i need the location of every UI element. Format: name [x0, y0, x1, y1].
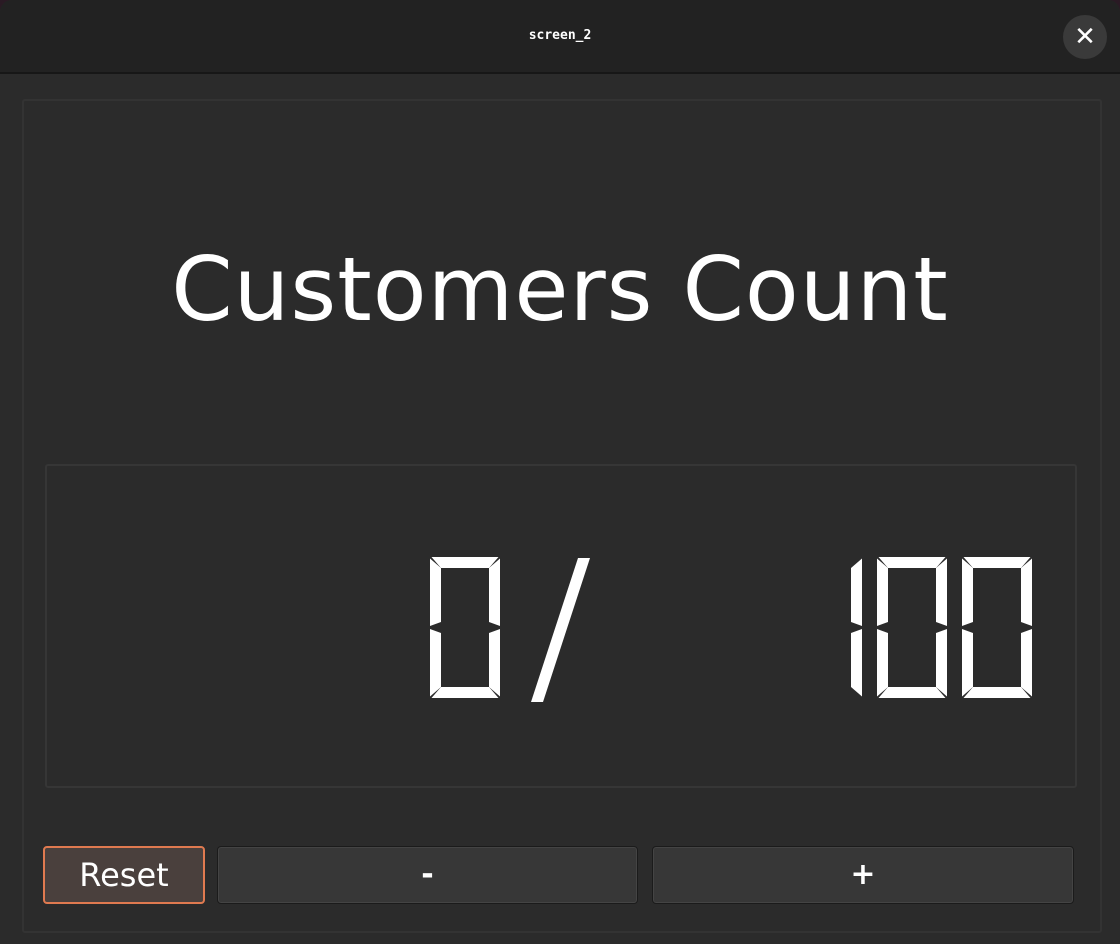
- max-digit-segment-c: [851, 629, 862, 697]
- value-digit-segment-d: [431, 687, 499, 698]
- max-digit-segment-b: [1021, 558, 1032, 626]
- max-digit-segment-c: [936, 629, 947, 697]
- max-digit-segment-c: [1021, 629, 1032, 697]
- value-digit-segment-c: [489, 629, 500, 697]
- value-digit-segment-e: [430, 629, 441, 697]
- max-digit-segment-d: [963, 687, 1031, 698]
- max-digit-segment-d: [878, 687, 946, 698]
- value-digit-segment-a: [431, 557, 499, 568]
- max-digit-segment-e: [962, 629, 973, 697]
- separator-slash: [531, 558, 590, 702]
- app-window: screen_2 ✕ Customers Count Reset - +: [0, 0, 1120, 944]
- max-digit-segment-f: [962, 558, 973, 626]
- value-digit-segment-f: [430, 558, 441, 626]
- reset-button[interactable]: Reset: [43, 846, 205, 904]
- max-digit-segment-f: [877, 558, 888, 626]
- increment-button[interactable]: +: [652, 846, 1074, 904]
- value-digit-segment-b: [489, 558, 500, 626]
- max-digit-segment-e: [877, 629, 888, 697]
- decrement-button[interactable]: -: [217, 846, 638, 904]
- max-digit-segment-b: [851, 558, 862, 626]
- max-digit-segment-a: [878, 557, 946, 568]
- max-digit-segment-a: [963, 557, 1031, 568]
- lcd-digits: [430, 557, 1032, 702]
- max-digit-segment-b: [936, 558, 947, 626]
